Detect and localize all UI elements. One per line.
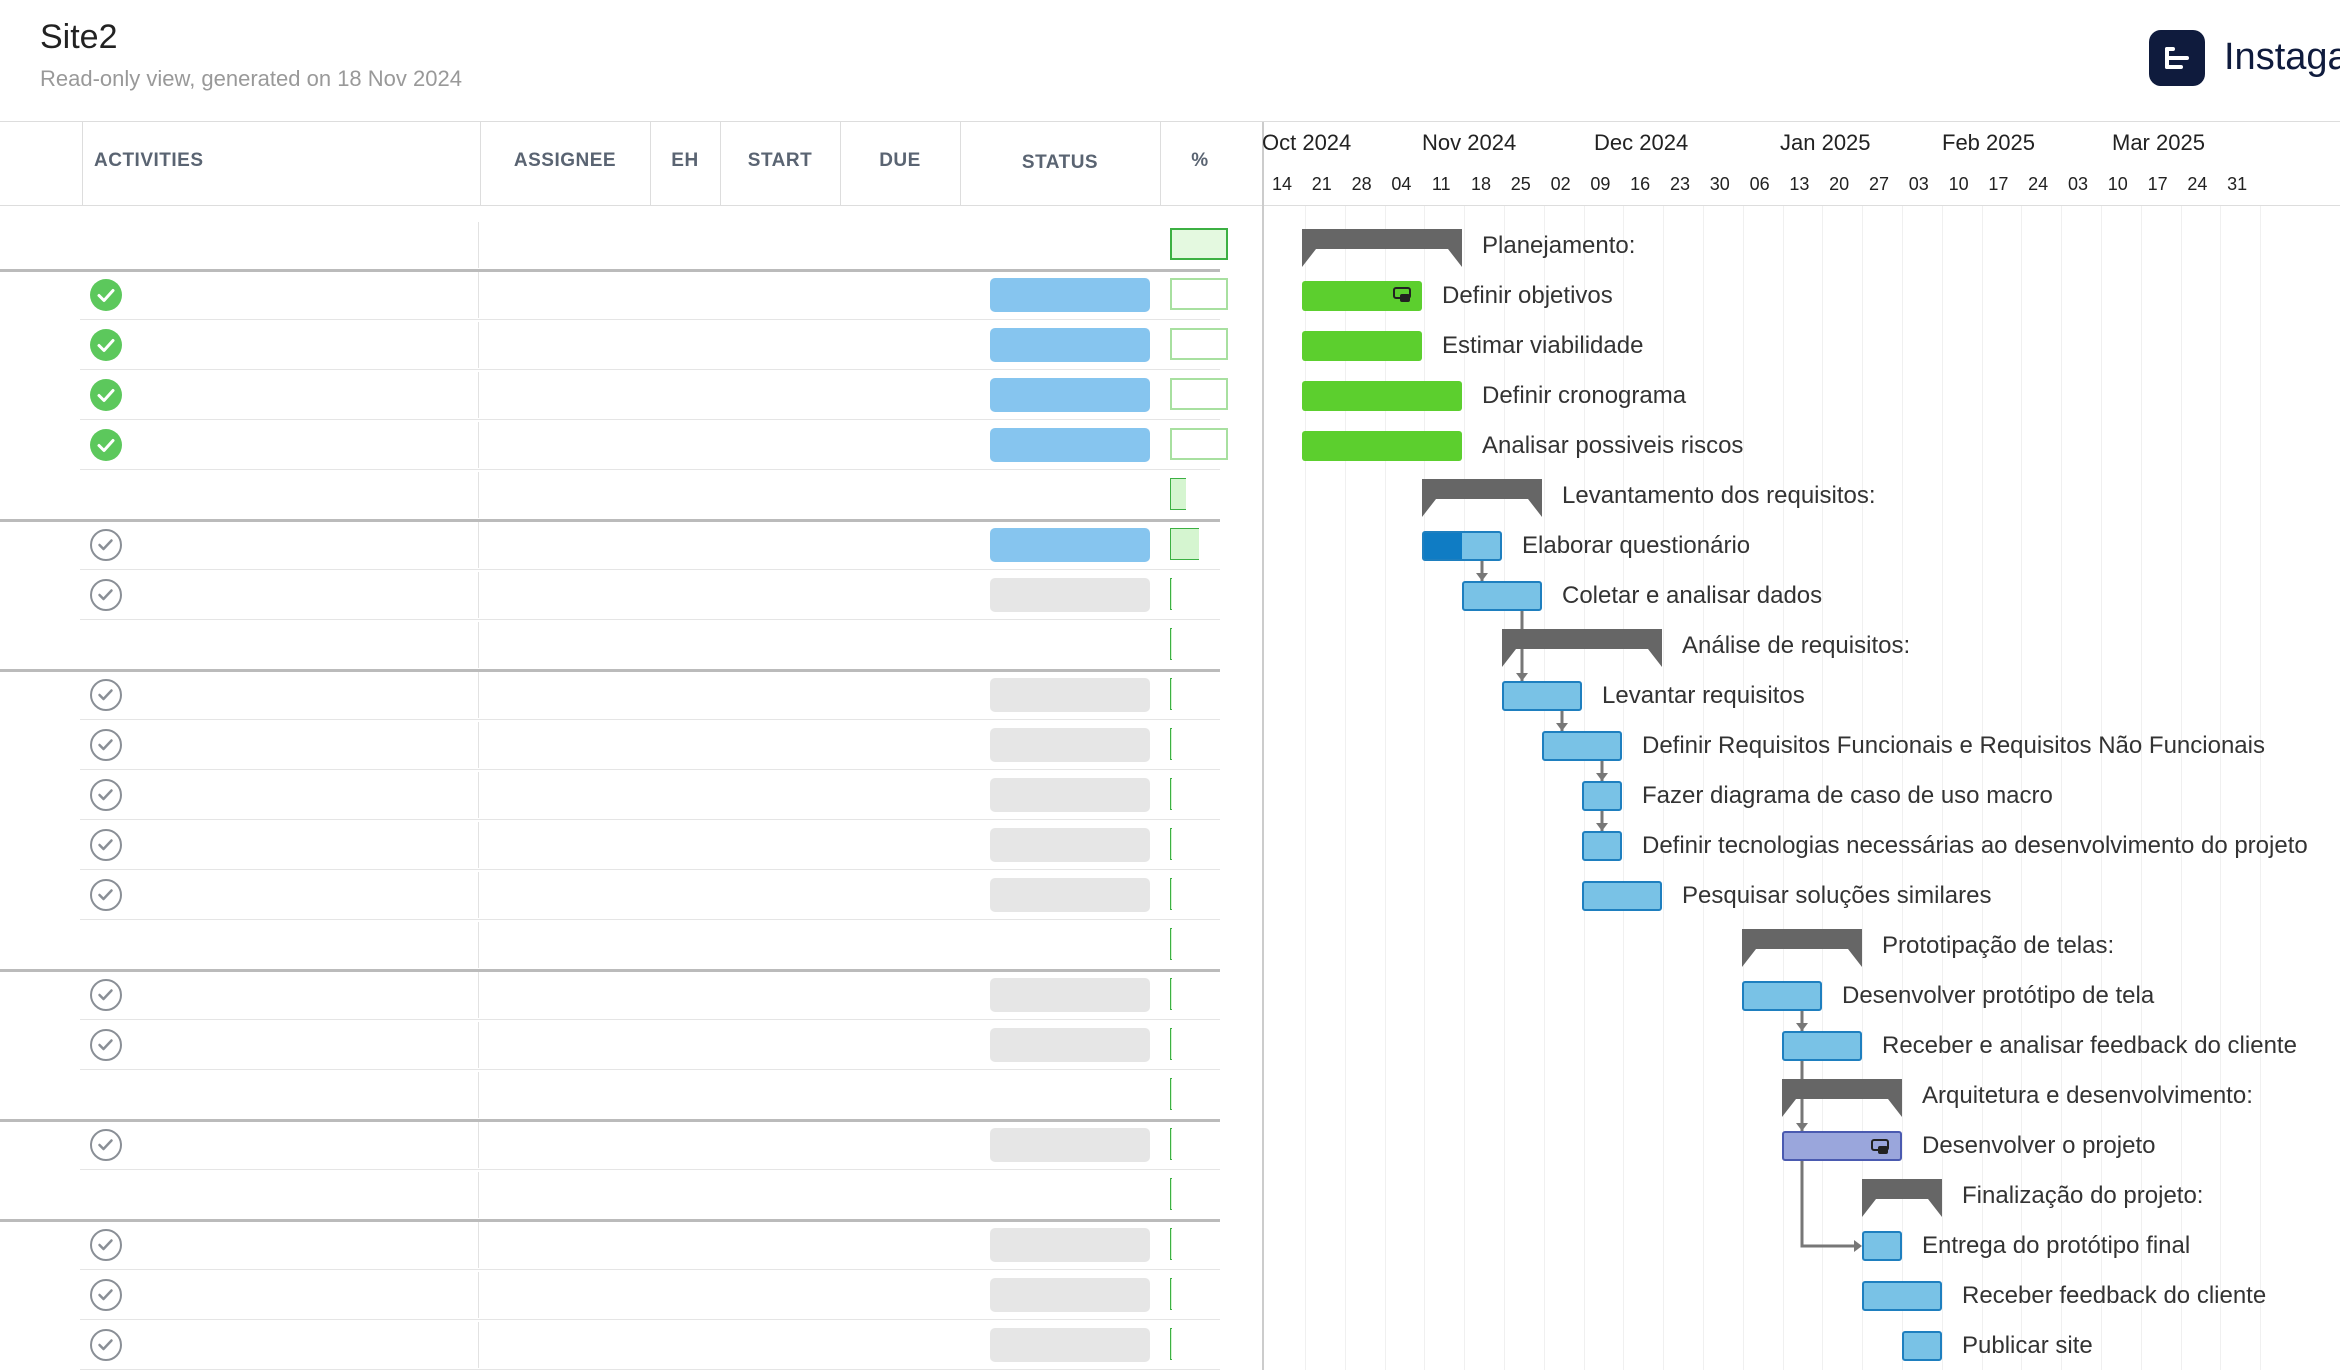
- gantt-label: Planejamento:: [1482, 232, 1636, 259]
- dependency-arrowhead: [1556, 723, 1568, 731]
- gantt-task-bar[interactable]: [1782, 1031, 1862, 1061]
- gantt-task-bar[interactable]: [1782, 1131, 1902, 1161]
- gantt-label: Publicar site: [1962, 1332, 2093, 1359]
- gantt-label: Analisar possiveis riscos: [1482, 432, 1744, 459]
- gantt-task-bar[interactable]: [1502, 681, 1582, 711]
- gantt-label: Receber e analisar feedback do cliente: [1882, 1032, 2297, 1059]
- gantt-label: Finalização do projeto:: [1962, 1182, 2204, 1209]
- gantt-task-bar[interactable]: [1902, 1331, 1942, 1361]
- gantt-label: Receber feedback do cliente: [1962, 1282, 2267, 1309]
- gantt-label: Levantamento dos requisitos:: [1562, 482, 1876, 509]
- gantt-task-bar[interactable]: [1862, 1231, 1902, 1261]
- gantt-label: Elaborar questionário: [1522, 532, 1751, 559]
- dependency-arrowhead: [1596, 823, 1608, 831]
- gantt-label: Desenvolver protótipo de tela: [1842, 982, 2155, 1009]
- gantt-label: Coletar e analisar dados: [1562, 582, 1823, 609]
- dependency-arrow: [1800, 1161, 1860, 1248]
- gantt-task-bar[interactable]: [1582, 831, 1622, 861]
- gantt-label: Definir Requisitos Funcionais e Requisit…: [1642, 732, 2265, 759]
- gantt-summary-bar[interactable]: [1862, 1179, 1942, 1217]
- gantt-task-bar[interactable]: [1302, 281, 1422, 311]
- gantt-label: Estimar viabilidade: [1442, 332, 1644, 359]
- dependency-arrowhead: [1796, 1023, 1808, 1031]
- dependency-arrowhead: [1854, 1240, 1862, 1252]
- gantt-task-bar[interactable]: [1302, 431, 1462, 461]
- gantt-label: Análise de requisitos:: [1682, 632, 1911, 659]
- comment-icon[interactable]: [1870, 1138, 1892, 1156]
- gantt-label: Arquitetura e desenvolvimento:: [1922, 1082, 2253, 1109]
- gantt-label: Definir objetivos: [1442, 282, 1613, 309]
- gantt-task-bar[interactable]: [1542, 731, 1622, 761]
- gantt-task-bar[interactable]: [1462, 581, 1542, 611]
- gantt-dependency-arrows: [1476, 561, 1862, 1252]
- gantt-label: Definir tecnologias necessárias ao desen…: [1642, 832, 2308, 859]
- gantt-label: Entrega do protótipo final: [1922, 1232, 2191, 1259]
- gantt-task-bar[interactable]: [1862, 1281, 1942, 1311]
- gantt-progress-fill: [1424, 533, 1462, 559]
- comment-icon[interactable]: [1392, 286, 1414, 304]
- gantt-summary-bar[interactable]: [1422, 479, 1542, 517]
- gantt-label: Pesquisar soluções similares: [1682, 882, 1992, 909]
- gantt-summary-bar[interactable]: [1302, 229, 1462, 267]
- gantt-task-bar[interactable]: [1742, 981, 1822, 1011]
- gantt-task-bar[interactable]: [1582, 881, 1662, 911]
- gantt-label: Fazer diagrama de caso de uso macro: [1642, 782, 2053, 809]
- gantt-label: Definir cronograma: [1482, 382, 1687, 409]
- gantt-task-bar[interactable]: [1422, 531, 1502, 561]
- dependency-arrowhead: [1516, 673, 1528, 681]
- dependency-arrowhead: [1796, 1123, 1808, 1131]
- gantt-task-bar[interactable]: [1302, 381, 1462, 411]
- gantt-task-bar[interactable]: [1582, 781, 1622, 811]
- gantt-label: Prototipação de telas:: [1882, 932, 2115, 959]
- gantt-task-bar[interactable]: [1302, 331, 1422, 361]
- dependency-arrowhead: [1476, 573, 1488, 581]
- dependency-arrowhead: [1596, 773, 1608, 781]
- gantt-label: Desenvolver o projeto: [1922, 1132, 2156, 1159]
- gantt-summary-bar[interactable]: [1742, 929, 1862, 967]
- gantt-summary-bar[interactable]: [1782, 1079, 1902, 1117]
- gantt-summary-bar[interactable]: [1502, 629, 1662, 667]
- gantt-label: Levantar requisitos: [1602, 682, 1805, 709]
